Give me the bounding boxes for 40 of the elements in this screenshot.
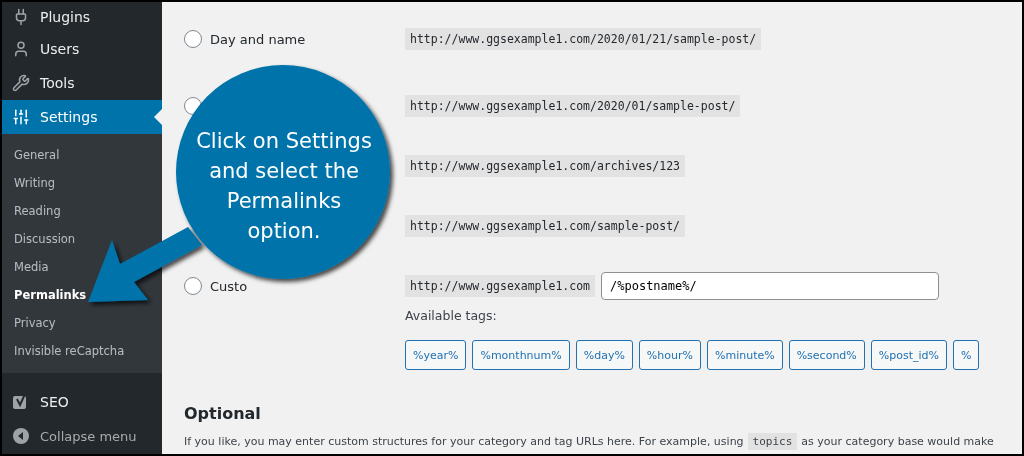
tag-button[interactable]: %day% (575, 340, 633, 370)
available-tags-label: Available tags: (405, 308, 498, 323)
tag-button[interactable]: % (953, 340, 980, 370)
submenu-item[interactable]: Media (14, 253, 49, 281)
user-icon (12, 40, 30, 58)
submenu-item[interactable]: General (14, 141, 60, 169)
description-text: If you like, you may enter custom structures for your category and tag URLs here. For example, using topics as your category base would make (184, 435, 995, 448)
url-example: http://www.ggsexample1.com (405, 275, 595, 297)
submenu-item[interactable]: Reading (14, 197, 61, 225)
tag-button[interactable]: %year% (405, 340, 467, 370)
tag-button[interactable]: %hour% (638, 340, 701, 370)
tag-button[interactable]: %second% (788, 340, 865, 370)
option-label: Custo (210, 278, 248, 294)
submenu-item[interactable]: Discussion (14, 225, 76, 253)
tag-button[interactable]: %minute% (706, 340, 783, 370)
submenu-item[interactable]: Privacy (14, 309, 56, 337)
menu-item[interactable]: Plugins (2, 2, 162, 32)
tag-button[interactable]: %monthnum% (472, 340, 570, 370)
tag-button[interactable]: %post_id% (870, 340, 947, 370)
url-example: http://www.ggsexample1.com/2020/01/21/sample-post/ (405, 28, 762, 50)
menu-item[interactable]: SEO (2, 385, 162, 419)
url-example: http://www.ggsexample1.com/sample-post/ (405, 215, 686, 237)
option-label: Day and name (210, 31, 306, 47)
collapse-menu-button[interactable]: Collapse menu (2, 419, 162, 453)
submenu-item[interactable]: Invisible reCaptcha (14, 337, 125, 365)
url-example: http://www.ggsexample1.com/2020/01/sample-post/ (405, 95, 741, 117)
wrench-icon (12, 74, 30, 92)
submenu-item[interactable]: Permalinks (14, 281, 87, 309)
url-example: http://www.ggsexample1.com/archives/123 (405, 155, 686, 177)
radio-button[interactable] (184, 277, 202, 295)
sliders-icon (12, 108, 30, 126)
section-heading: Optional (184, 404, 262, 423)
submenu-item[interactable]: Writing (14, 169, 56, 197)
custom-structure-input[interactable]: /%postname%/ (601, 272, 939, 300)
menu-item[interactable]: Settings (2, 100, 162, 134)
callout-text: Click on Settings and select the Permalinks option. (195, 128, 373, 245)
collapse-icon (12, 427, 30, 445)
radio-button[interactable] (184, 30, 202, 48)
menu-item[interactable]: Tools (2, 66, 162, 100)
menu-item[interactable]: Users (2, 32, 162, 66)
